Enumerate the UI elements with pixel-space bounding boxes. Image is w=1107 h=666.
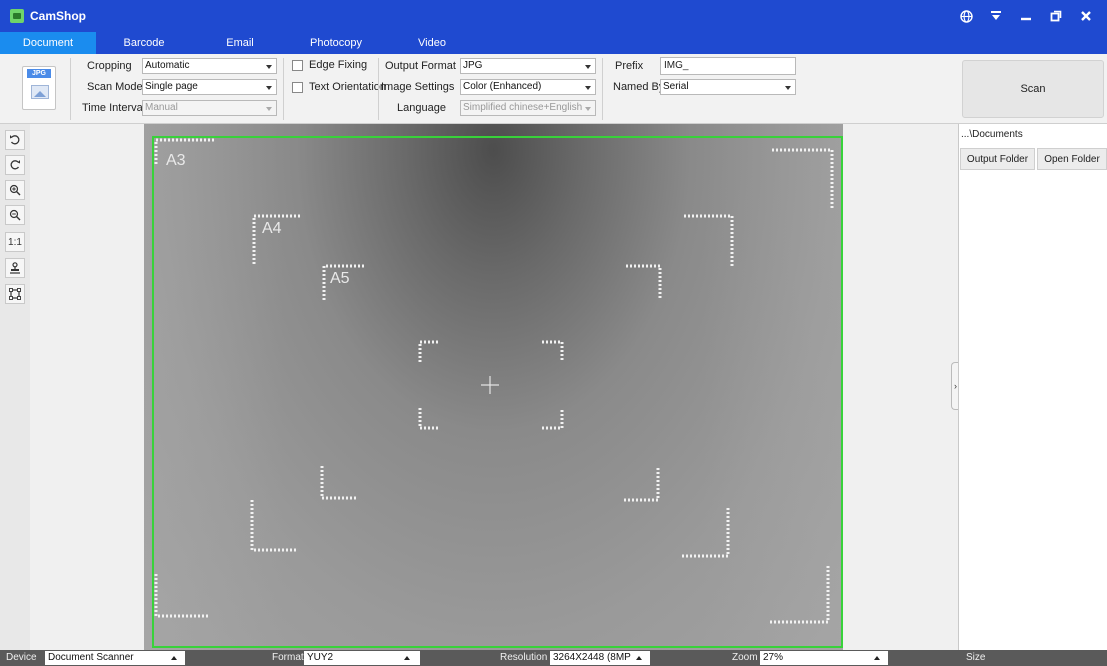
rotate-right-icon [10,160,20,170]
time-interval-value: Manual [145,102,178,113]
camshop-window: CamShop Document Barcode Email Photocopy… [0,0,1107,666]
device-value: Document Scanner [48,652,134,663]
checkbox-box [292,81,303,93]
image-thumbnail-icon [31,85,49,99]
image-settings-value: Color (Enhanced) [463,81,542,92]
zoom-out-button[interactable] [5,205,25,225]
cropping-label: Cropping [87,60,132,72]
menu-dropdown-icon[interactable] [981,0,1011,32]
format-value: YUY2 [307,652,334,663]
output-format-select[interactable]: JPG [460,58,596,74]
stamp-icon [10,262,20,274]
output-path: ...\Documents [961,129,1023,140]
crop-area-button[interactable] [5,284,25,304]
prefix-label: Prefix [615,60,644,72]
zoom-in-icon [9,184,21,196]
cropping-select[interactable]: Automatic [142,58,277,74]
zoom-label: Zoom [732,652,758,663]
scan-button[interactable]: Scan [962,60,1104,118]
image-settings-select[interactable]: Color (Enhanced) [460,79,596,95]
chevron-down-icon [785,86,791,90]
divider [283,58,284,120]
window-controls [951,0,1101,32]
restore-icon[interactable] [1041,0,1071,32]
actual-size-button[interactable]: 1:1 [5,232,25,252]
tab-document[interactable]: Document [0,32,96,54]
chevron-up-icon [636,656,642,660]
edge-fixing-label: Edge Fixing [309,59,368,71]
chevron-down-icon [266,65,272,69]
time-interval-label: Time Interval [82,102,146,114]
device-label: Device [6,652,37,663]
crop-area-icon [9,288,21,300]
divider [70,58,71,120]
language-value: Simplified chinese+English [463,102,583,113]
chevron-right-icon: › [954,381,957,391]
resolution-label: Resolution [500,652,548,663]
zoom-out-icon [9,209,21,221]
format-select[interactable]: YUY2 [304,651,420,665]
device-select[interactable]: Document Scanner [45,651,185,665]
zoom-in-button[interactable] [5,180,25,200]
cropping-value: Automatic [145,60,190,71]
jpg-file-icon-label: JPG [27,69,51,78]
crop-frame[interactable] [152,136,843,648]
title-bar: CamShop [0,0,1107,32]
close-icon[interactable] [1071,0,1101,32]
mode-tabs: Document Barcode Email Photocopy Video [0,32,1107,54]
stamp-button[interactable] [5,258,25,278]
zoom-value: 27% [763,652,784,663]
minimize-icon[interactable] [1011,0,1041,32]
app-title: CamShop [30,9,87,23]
chevron-down-icon [585,65,591,69]
prefix-input[interactable]: IMG_ [660,57,796,75]
checkbox-box [292,59,303,71]
file-panel: ...\Documents Output Folder Open Folder [958,124,1107,650]
named-by-label: Named By [613,81,665,93]
image-settings-label: Image Settings [381,81,455,93]
app-logo-icon [10,9,24,23]
document-toolbar: JPG Cropping Automatic Scan Mode Single … [0,54,1107,124]
text-orientation-checkbox[interactable]: Text Orientation [292,81,386,93]
scan-mode-select[interactable]: Single page [142,79,277,95]
jpg-file-icon: JPG [22,66,56,110]
divider [602,58,603,120]
scan-mode-label: Scan Mode [87,81,143,93]
language-globe-icon[interactable] [951,0,981,32]
tab-video[interactable]: Video [384,32,480,54]
open-folder-button[interactable]: Open Folder [1037,148,1107,170]
rotate-left-icon [10,135,20,145]
rotate-left-button[interactable] [5,130,25,150]
named-by-select[interactable]: Serial [660,79,796,95]
chevron-down-icon [585,107,591,111]
scan-mode-value: Single page [145,81,198,92]
divider [378,58,379,120]
resolution-select[interactable]: 3264X2448 (8MP [550,651,650,665]
chevron-down-icon [266,107,272,111]
tab-barcode[interactable]: Barcode [96,32,192,54]
status-bar: Device Document Scanner Format YUY2 Reso… [0,650,1107,666]
chevron-down-icon [585,86,591,90]
text-orientation-label: Text Orientation [309,81,387,93]
zoom-select[interactable]: 27% [760,651,888,665]
tab-email[interactable]: Email [192,32,288,54]
tab-photocopy[interactable]: Photocopy [288,32,384,54]
edge-fixing-checkbox[interactable]: Edge Fixing [292,59,367,71]
resolution-value: 3264X2448 (8MP [553,652,631,663]
output-format-label: Output Format [385,60,456,72]
chevron-down-icon [266,86,272,90]
format-label: Format [272,652,304,663]
view-tools: 1:1 [0,124,30,650]
chevron-up-icon [171,656,177,660]
rotate-right-button[interactable] [5,155,25,175]
time-interval-select[interactable]: Manual [142,100,277,116]
size-label: Size [966,652,986,663]
output-format-value: JPG [463,60,483,71]
chevron-up-icon [404,656,410,660]
chevron-up-icon [874,656,880,660]
named-by-value: Serial [663,81,689,92]
output-folder-button[interactable]: Output Folder [960,148,1035,170]
language-label: Language [397,102,446,114]
language-select[interactable]: Simplified chinese+English [460,100,596,116]
